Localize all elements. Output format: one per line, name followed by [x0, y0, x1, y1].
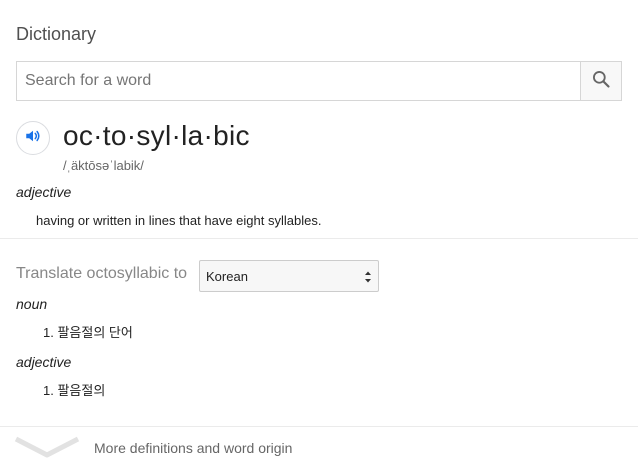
- panel-title: Dictionary: [16, 24, 97, 44]
- translation-item: 1. 팔음절의: [43, 383, 106, 398]
- search-input[interactable]: [17, 62, 580, 100]
- select-arrows-icon: [364, 269, 372, 285]
- definition-text: having or written in lines that have eig…: [36, 213, 322, 228]
- headword: oc·to·syl·la·bic: [63, 120, 250, 151]
- chevron-down-icon: [14, 435, 80, 466]
- speaker-icon: [24, 127, 42, 150]
- selected-language: Korean: [206, 268, 248, 284]
- translate-label: Translate octosyllabic to: [16, 265, 188, 282]
- dictionary-card: Dictionary oc·to·syl·la·bic /ˌäktōsəˈlab…: [0, 0, 638, 467]
- pronunciation-audio-button[interactable]: [16, 121, 50, 155]
- phonetic-spelling: /ˌäktōsəˈlabik/: [63, 158, 144, 173]
- search-icon: [591, 69, 611, 94]
- more-definitions-button[interactable]: More definitions and word origin: [0, 427, 638, 467]
- more-definitions-label: More definitions and word origin: [94, 440, 293, 456]
- translation-pos-noun: noun: [16, 296, 48, 312]
- search-button[interactable]: [580, 62, 621, 100]
- translation-pos-adjective: adjective: [16, 354, 72, 370]
- section-divider: [0, 238, 638, 239]
- search-box: [16, 61, 622, 101]
- language-select[interactable]: Korean: [199, 260, 379, 292]
- translation-item: 1. 팔음절의 단어: [43, 325, 133, 340]
- part-of-speech: adjective: [16, 184, 72, 200]
